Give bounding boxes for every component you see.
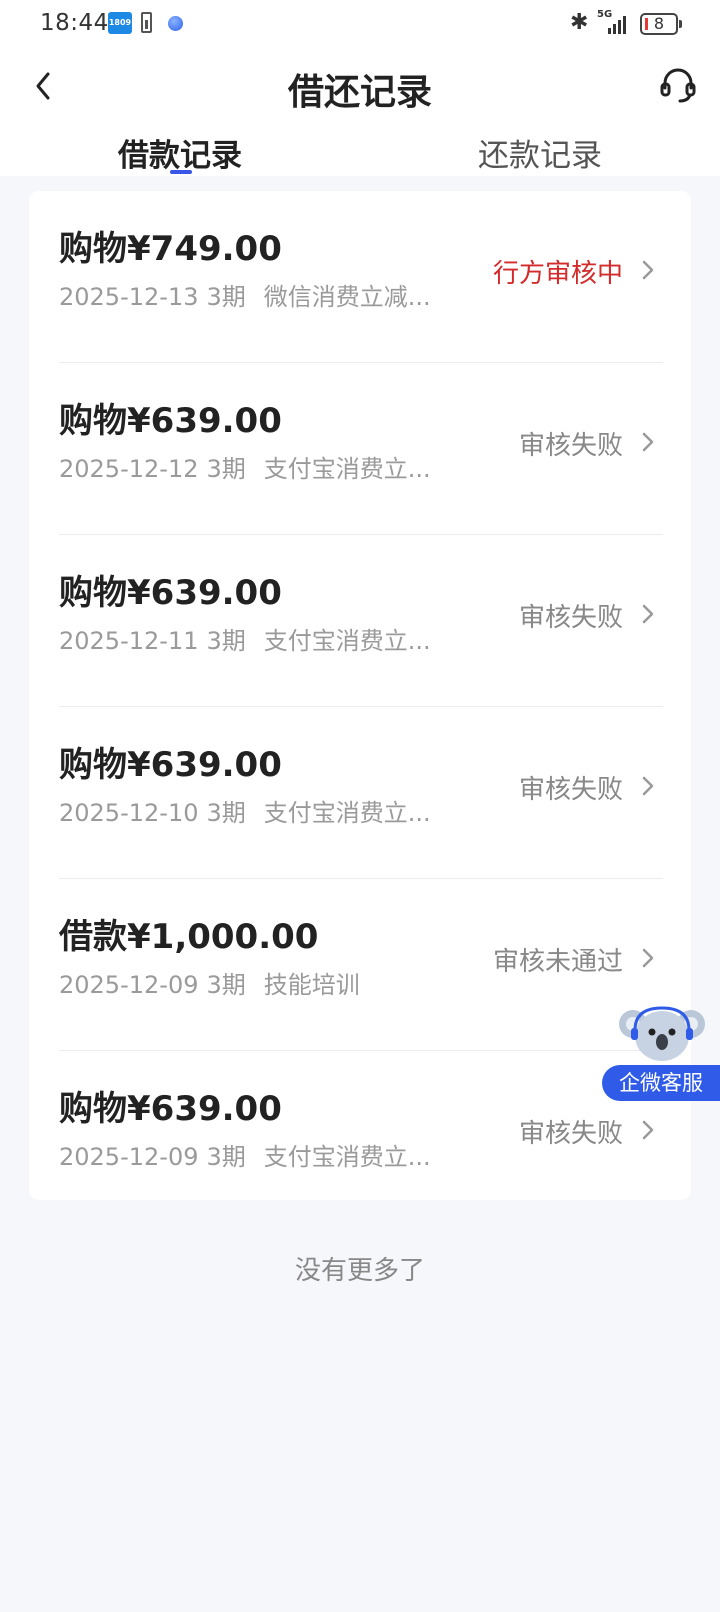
record-subtitle: 2025-12-13 3期 微信消费立减...	[59, 277, 431, 312]
list-item[interactable]: 购物¥639.00 2025-12-11 3期 支付宝消费立... 审核失败	[59, 535, 663, 707]
record-subtitle: 2025-12-09 3期 技能培训	[59, 965, 360, 1000]
record-term: 3期	[206, 1143, 246, 1171]
status-bar: 18:44 1809 ✱ 5G 8	[0, 0, 720, 48]
record-title: 购物¥639.00	[59, 745, 282, 785]
record-subtitle: 2025-12-11 3期 支付宝消费立...	[59, 621, 431, 656]
record-title: 购物¥749.00	[59, 229, 282, 269]
list-item[interactable]: 购物¥639.00 2025-12-12 3期 支付宝消费立... 审核失败	[59, 363, 663, 535]
chevron-right-icon	[642, 260, 654, 280]
record-desc: 支付宝消费立...	[263, 1143, 431, 1171]
float-customer-service[interactable]: 企微客服	[602, 1000, 720, 1101]
signal-icon	[608, 14, 632, 34]
record-date: 2025-12-13	[59, 283, 199, 311]
record-desc: 支付宝消费立...	[263, 799, 431, 827]
record-date: 2025-12-12	[59, 455, 199, 483]
battery-icon: 8	[640, 13, 682, 35]
koala-mascot-icon	[619, 1006, 705, 1061]
record-subtitle: 2025-12-09 3期 支付宝消费立...	[59, 1137, 431, 1172]
hd-badge-icon: 1809	[108, 12, 132, 34]
record-status: 审核失败	[518, 1119, 623, 1149]
record-subtitle: 2025-12-10 3期 支付宝消费立...	[59, 793, 431, 828]
record-status: 审核失败	[518, 603, 623, 633]
record-desc: 支付宝消费立...	[263, 627, 431, 655]
chevron-right-icon	[642, 604, 654, 624]
record-status: 审核失败	[518, 431, 623, 461]
headset-support-icon[interactable]	[658, 64, 698, 104]
records-card: 购物¥749.00 2025-12-13 3期 微信消费立减... 行方审核中 购物…	[29, 191, 691, 1200]
nav-bar: 借还记录	[0, 48, 720, 128]
tab-borrow-records[interactable]: 借款记录	[118, 130, 242, 175]
chevron-right-icon	[642, 776, 654, 796]
record-date: 2025-12-10	[59, 799, 199, 827]
page-title: 借还记录	[287, 72, 432, 113]
chevron-right-icon	[642, 948, 654, 968]
record-title: 购物¥639.00	[59, 573, 282, 613]
bluetooth-icon: ✱	[570, 10, 589, 35]
chevron-right-icon	[642, 1120, 654, 1140]
active-tab-indicator	[170, 170, 192, 174]
record-date: 2025-12-09	[59, 971, 199, 999]
record-date: 2025-12-09	[59, 1143, 199, 1171]
record-term: 3期	[206, 799, 246, 827]
record-subtitle: 2025-12-12 3期 支付宝消费立...	[59, 449, 431, 484]
record-status: 审核未通过	[492, 947, 623, 977]
small-battery-icon	[141, 12, 152, 33]
record-title: 借款¥1,000.00	[59, 917, 319, 957]
record-date: 2025-12-11	[59, 627, 199, 655]
record-term: 3期	[206, 283, 246, 311]
record-status: 审核失败	[518, 775, 623, 805]
record-title: 购物¥639.00	[59, 1089, 282, 1129]
app-dot-icon	[168, 16, 183, 31]
tab-repay-records[interactable]: 还款记录	[478, 130, 602, 175]
chevron-right-icon	[642, 432, 654, 452]
record-status: 行方审核中	[492, 259, 623, 289]
record-desc: 微信消费立减...	[263, 283, 431, 311]
record-desc: 支付宝消费立...	[263, 455, 431, 483]
record-term: 3期	[206, 455, 246, 483]
record-term: 3期	[206, 627, 246, 655]
record-title: 购物¥639.00	[59, 401, 282, 441]
record-term: 3期	[206, 971, 246, 999]
list-item[interactable]: 购物¥749.00 2025-12-13 3期 微信消费立减... 行方审核中	[59, 191, 663, 363]
list-item[interactable]: 购物¥639.00 2025-12-09 3期 支付宝消费立... 审核失败	[59, 1051, 663, 1223]
float-service-label: 企微客服	[602, 1065, 720, 1101]
record-desc: 技能培训	[263, 971, 360, 999]
list-item[interactable]: 借款¥1,000.00 2025-12-09 3期 技能培训 审核未通过	[59, 879, 663, 1051]
list-item[interactable]: 购物¥639.00 2025-12-10 3期 支付宝消费立... 审核失败	[59, 707, 663, 879]
no-more-text: 没有更多了	[294, 1256, 425, 1286]
status-time: 18:44	[40, 10, 109, 36]
record-tabs: 借款记录 还款记录	[0, 128, 720, 176]
